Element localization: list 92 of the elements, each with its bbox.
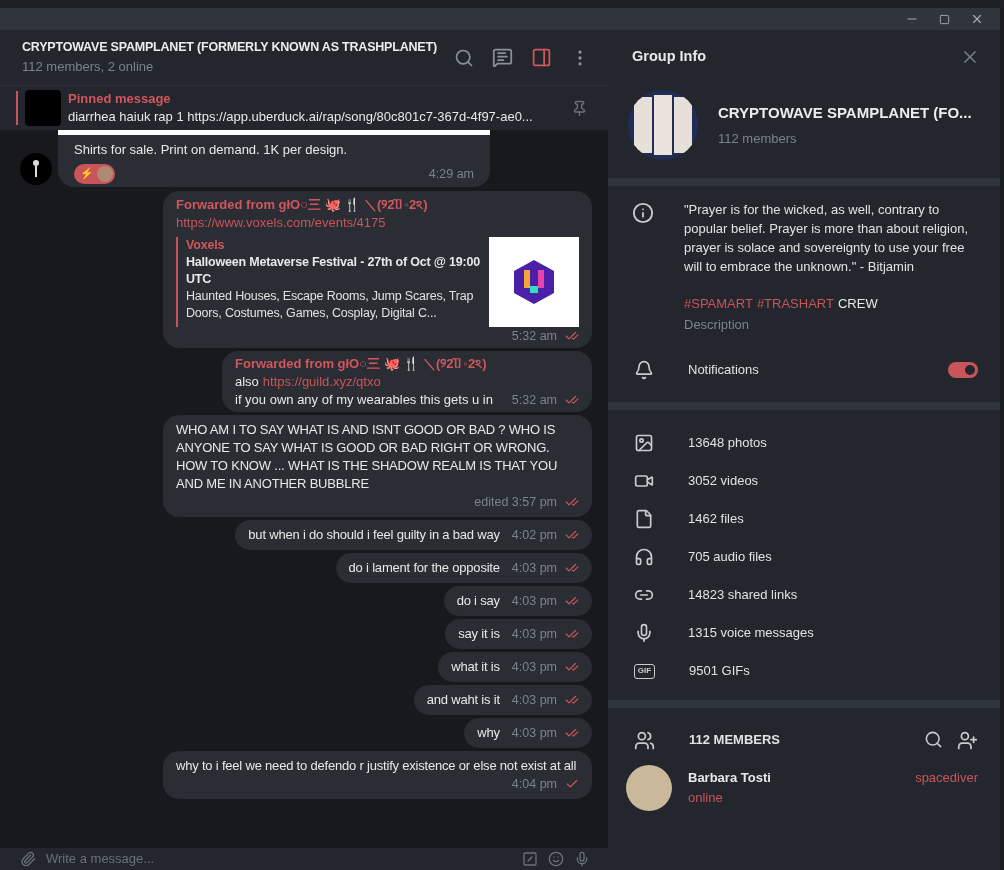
member-count: 112 members xyxy=(718,129,798,148)
media-label: 14823 shared links xyxy=(688,586,798,605)
group-name: CRYPTOWAVE SPAMPLANET (FO... xyxy=(718,103,972,123)
description-word: CREW xyxy=(837,295,878,313)
member-status: online xyxy=(688,789,724,807)
audio-icon xyxy=(634,547,654,567)
pinned-indicator xyxy=(16,91,18,125)
composer-bar[interactable]: Write a message... xyxy=(0,848,608,870)
hashtag-link[interactable]: #TRASHART xyxy=(756,294,834,313)
avatar-icon xyxy=(20,152,52,185)
description-label: Description xyxy=(684,316,751,334)
pinned-bar[interactable]: Pinned message diarrhea haiuk rap 1 https://app.uberduck.ai/rap/song/80c801c7-367d-4f97-ae0... xyxy=(0,85,608,130)
media-row[interactable]: 705 audio files xyxy=(608,538,1000,576)
maximize-icon[interactable] xyxy=(939,13,950,25)
hexagon-logo-icon xyxy=(514,259,554,304)
member-row[interactable]: Barbara Tosti online spacediver xyxy=(608,760,1000,816)
message-time: 4:03 pm xyxy=(511,691,557,709)
media-row[interactable]: 1462 files xyxy=(608,500,1000,538)
search-icon[interactable] xyxy=(924,729,943,749)
message-text: if you own any of my wearables this gets u in xyxy=(235,390,493,409)
add-user-icon[interactable] xyxy=(957,729,978,751)
message-text: and waht is it xyxy=(426,690,500,709)
side-panel-icon[interactable] xyxy=(531,47,552,68)
emoji-icon[interactable] xyxy=(548,851,564,867)
message-time: 5:32 am xyxy=(511,327,557,345)
message-text: say it is xyxy=(458,624,500,643)
files-icon xyxy=(634,509,654,529)
panel-title: Group Info xyxy=(632,47,707,67)
media-label: 3052 videos xyxy=(688,472,759,491)
forwarded-label: Forwarded from ɡłO○三 🐙 🍴 ＼(୨2̂▯◦2ঽ) xyxy=(235,354,488,373)
close-icon[interactable] xyxy=(970,12,984,26)
search-icon[interactable] xyxy=(454,47,474,68)
message-time: 4:03 pm xyxy=(511,559,557,577)
message-time: 4:03 pm xyxy=(511,625,557,643)
forwarded-label: Forwarded from ɡłO○三 🐙 🍴 ＼(୨2̂▯◦2ঽ) xyxy=(176,195,429,214)
media-label: 705 audio files xyxy=(688,548,772,567)
message-text: what it is xyxy=(451,657,500,676)
info-icon xyxy=(632,202,654,224)
message-time: 4:03 pm xyxy=(511,658,557,676)
message-time: 4:29 am xyxy=(428,165,474,183)
reactor-avatar-icon xyxy=(97,165,113,182)
preview-site: Voxels xyxy=(186,236,226,254)
member-role: spacediver xyxy=(915,769,978,787)
message-time: 4:03 pm xyxy=(511,592,557,610)
member-name: Barbara Tosti xyxy=(688,769,772,787)
message-text: why to i feel we need to defendo r justify existence or else not exist at all xyxy=(176,756,577,775)
message-input[interactable]: Write a message... xyxy=(46,849,512,869)
message-time: 4:04 pm xyxy=(511,775,557,793)
message-text: do i lament for the opposite xyxy=(348,558,500,577)
media-row[interactable]: 3052 videos xyxy=(608,462,1000,500)
pin-icon[interactable] xyxy=(571,99,588,117)
media-label: 1315 voice messages xyxy=(688,624,814,643)
photos-icon xyxy=(634,433,654,453)
speech-bubble-icon[interactable] xyxy=(492,47,513,68)
notifications-toggle[interactable] xyxy=(948,362,978,378)
members-title: 112 MEMBERS xyxy=(689,731,782,750)
message-time: 4:03 pm xyxy=(511,724,557,742)
description-text: "Prayer is for the wicked, as well, contrary to popular belief. Prayer is more than about religion, prayer is solace and sovereignty to use your free will to embrace the unknown." - Bitjamin xyxy=(684,201,969,276)
preview-description: Haunted Houses, Escape Rooms, Jump Scares, Trap Doors, Costumes, Games, Cosplay, Digital C... xyxy=(186,287,475,322)
media-row[interactable]: 14823 shared links xyxy=(608,576,1000,614)
media-label: 1462 files xyxy=(688,510,744,529)
message-time: edited 3:57 pm xyxy=(474,493,557,511)
message-time: 4:02 pm xyxy=(511,526,557,544)
notifications-label: Notifications xyxy=(688,361,760,380)
media-row[interactable]: 13648 photos xyxy=(608,424,1000,462)
voice-icon xyxy=(634,623,654,643)
media-label: 13648 photos xyxy=(688,434,767,453)
message-text: WHO AM I TO SAY WHAT IS AND ISNT GOOD OR BAD ? WHO IS ANYONE TO SAY WHAT IS GOOD OR BAD RIGHT OR WRONG. HOW TO KNOW ... WHAT IS THE SHADOW REALM IS THAT YOU AND ME IN ANOTHER BUBBLRE xyxy=(176,420,559,493)
message-text: Shirts for sale. Print on demand. 1K per design. xyxy=(74,141,349,159)
message-text: also xyxy=(235,372,259,391)
gif-icon: GIF xyxy=(634,663,655,679)
preview-title: Halloween Metaverse Festival - 27th of Oct @ 19:00 UTC xyxy=(186,253,481,288)
hashtag-link[interactable]: #SPAMART xyxy=(684,294,753,313)
message-text: why xyxy=(477,723,500,742)
pinned-thumbnail xyxy=(25,90,61,126)
link-preview[interactable]: Voxels Halloween Metaverse Festival - 27th of Oct @ 19:00 UTC Haunted Houses, Escape Rooms, Jump Scares, Trap Doors, Costumes, Games, Cosplay, Digital C... xyxy=(176,236,481,327)
command-icon[interactable] xyxy=(522,851,538,867)
message-time: 5:32 am xyxy=(511,391,557,409)
media-row[interactable]: 1315 voice messages xyxy=(608,614,1000,652)
chat-title: CRYPTOWAVE SPAMPLANET (FORMERLY KNOWN AS TRASHPLANET) xyxy=(22,39,438,57)
chat-subtitle: 112 members, 2 online xyxy=(22,58,155,77)
message-text: but when i do should i feel guilty in a bad way xyxy=(248,525,500,544)
microphone-icon[interactable] xyxy=(574,851,590,867)
paperclip-icon[interactable] xyxy=(20,851,36,867)
media-row[interactable]: GIF 9501 GIFs xyxy=(608,652,1000,690)
pinned-text: diarrhea haiuk rap 1 https://app.uberduck.ai/rap/song/80c801c7-367d-4f97-ae0... xyxy=(68,108,534,126)
media-label: 9501 GIFs xyxy=(689,662,750,681)
member-avatar xyxy=(626,765,672,811)
users-icon xyxy=(634,729,655,751)
bell-icon xyxy=(634,360,654,380)
pinned-label: Pinned message xyxy=(68,90,172,108)
message-text: do i say xyxy=(456,591,500,610)
